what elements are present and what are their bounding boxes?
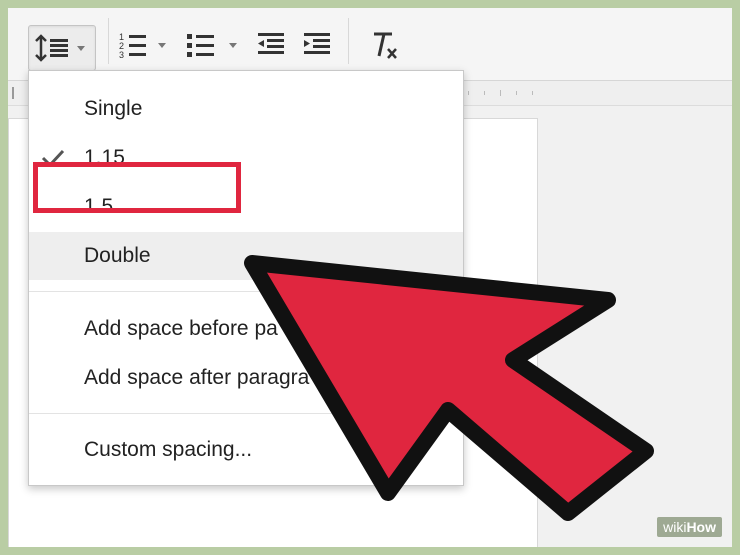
pointer-arrow-icon (244, 255, 654, 521)
watermark-prefix: wiki (663, 519, 687, 535)
watermark-suffix: How (686, 519, 716, 535)
screenshot-frame: 1 2 3 Single 1.15 1.5 Double Add space b… (8, 8, 732, 547)
wikihow-watermark: wikiHow (657, 517, 722, 537)
